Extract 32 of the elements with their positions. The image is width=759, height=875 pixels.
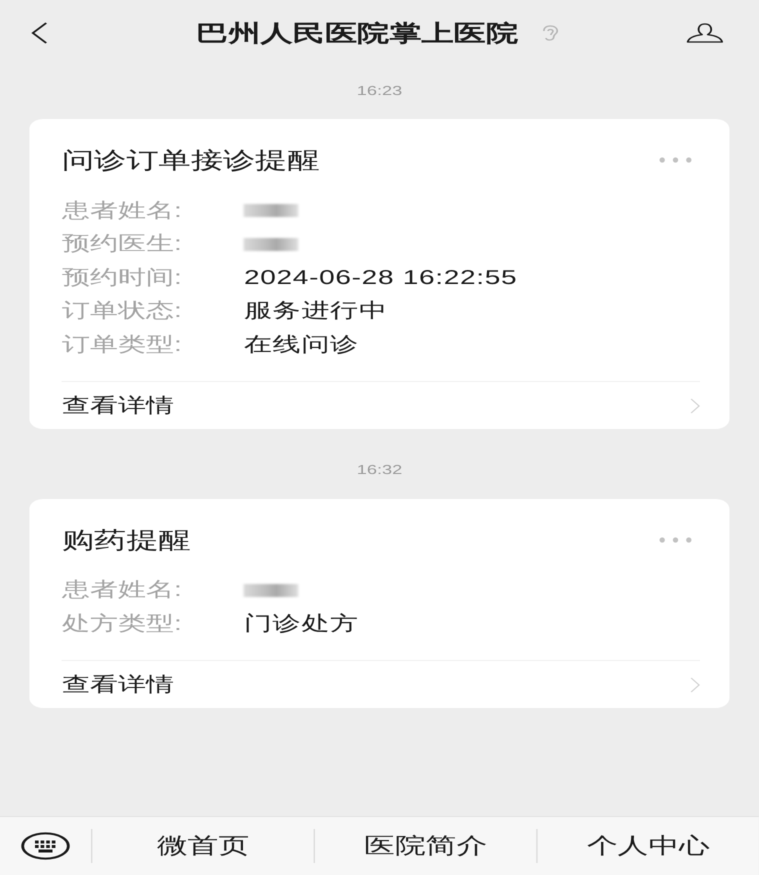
- chevron-icon: [690, 398, 700, 414]
- menu-item[interactable]: 个人中心: [586, 832, 710, 860]
- menu-item[interactable]: 微首页: [156, 832, 250, 860]
- page-title: 巴州人民医院掌上医院: [196, 19, 518, 48]
- field-label: 订单状态:: [62, 299, 183, 324]
- field-label: 患者姓名:: [62, 198, 183, 224]
- profile-icon[interactable]: [686, 23, 724, 43]
- chevron-icon: [690, 676, 700, 692]
- blurred-block: [244, 238, 299, 251]
- card-title: 购药提醒: [62, 526, 191, 554]
- field-value: 门诊处方: [244, 612, 359, 637]
- ear-icon: [540, 25, 559, 41]
- details-label: 查看详情: [62, 394, 174, 418]
- message-time: 16:23: [356, 82, 402, 100]
- details-link[interactable]: 查看详情: [62, 660, 700, 708]
- message-time: 16:32: [356, 460, 402, 478]
- field-value: 在线问诊: [244, 332, 359, 358]
- blurred-block: [244, 584, 299, 597]
- blurred-block: [244, 204, 299, 218]
- field-value: 2024-06-28 16:22:55: [244, 266, 518, 291]
- menu-item[interactable]: 医院简介: [364, 832, 488, 860]
- card-title: 问诊订单接诊提醒: [62, 146, 320, 174]
- field-value: 服务进行中: [244, 299, 388, 324]
- field-label: 预约医生:: [62, 232, 183, 258]
- field-label: 预约时间:: [62, 266, 183, 291]
- details-label: 查看详情: [62, 672, 174, 698]
- field-label: 订单类型:: [62, 332, 183, 358]
- field-label: 处方类型:: [62, 612, 183, 637]
- keyboard-icon[interactable]: [21, 832, 70, 860]
- field-label: 患者姓名:: [62, 578, 183, 604]
- details-link[interactable]: 查看详情: [62, 380, 700, 428]
- back-button[interactable]: [30, 22, 48, 44]
